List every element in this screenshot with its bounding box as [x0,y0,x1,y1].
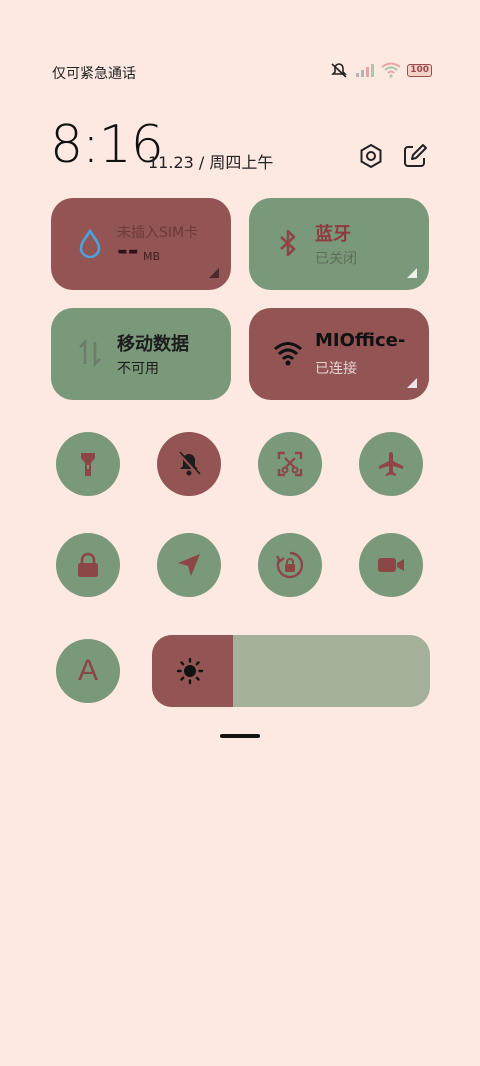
status-icons: 100 [329,62,432,78]
airplane-toggle[interactable] [359,432,423,496]
brightness-slider[interactable] [152,635,430,707]
clock-date: 11.23 / 周四上午 [148,153,274,172]
settings-button[interactable] [357,142,385,170]
data-usage-value: -- [117,236,139,266]
flashlight-toggle[interactable] [56,432,120,496]
data-usage-tile[interactable]: 未插入SIM卡 -- MB [51,198,231,290]
wifi-status: 已连接 [315,361,357,377]
lock-icon [78,552,98,577]
bluetooth-tile[interactable]: 蓝牙 已关闭 [249,198,429,290]
wifi-tile[interactable]: MIOffice- 已连接 [249,308,429,400]
mobile-data-title: 移动数据 [117,334,189,355]
status-bar: 仅可紧急通话 100 [0,0,480,110]
wifi-icon [274,342,302,366]
gear-icon [360,143,382,169]
mute-icon [177,451,201,477]
carrier-text: 仅可紧急通话 [52,66,136,82]
sun-icon [176,657,204,685]
location-icon [178,554,200,576]
screen-record-icon [378,558,404,572]
signal-icon [355,62,375,78]
screenshot-icon [277,451,303,477]
bluetooth-status: 已关闭 [315,251,357,267]
wifi-title: MIOffice- [315,330,406,351]
mobile-data-status: 不可用 [117,361,159,377]
expand-corner-icon [407,268,417,278]
edit-button[interactable] [401,142,429,170]
clock-time: 8:16 [50,115,164,175]
mute-toggle[interactable] [157,432,221,496]
expand-corner-icon [407,378,417,388]
flashlight-icon [81,453,95,476]
screenshot-toggle[interactable] [258,432,322,496]
rotation-lock-toggle[interactable] [258,533,322,597]
location-toggle[interactable] [157,533,221,597]
bluetooth-icon [280,229,296,257]
data-usage-unit: MB [143,250,161,263]
rotation-lock-icon [275,551,304,579]
lock-toggle[interactable] [56,533,120,597]
data-transfer-icon [79,338,101,368]
bluetooth-title: 蓝牙 [315,224,351,245]
mute-status-icon [329,62,349,78]
wifi-status-icon [381,62,401,78]
auto-brightness-button[interactable]: A [56,639,120,703]
mobile-data-tile[interactable]: 移动数据 不可用 [51,308,231,400]
battery-icon: 100 [407,63,432,77]
edit-icon [404,144,427,167]
screen-record-toggle[interactable] [359,533,423,597]
water-drop-icon [79,228,101,258]
airplane-icon [379,452,403,476]
home-indicator[interactable] [220,734,260,738]
expand-corner-icon [209,268,219,278]
